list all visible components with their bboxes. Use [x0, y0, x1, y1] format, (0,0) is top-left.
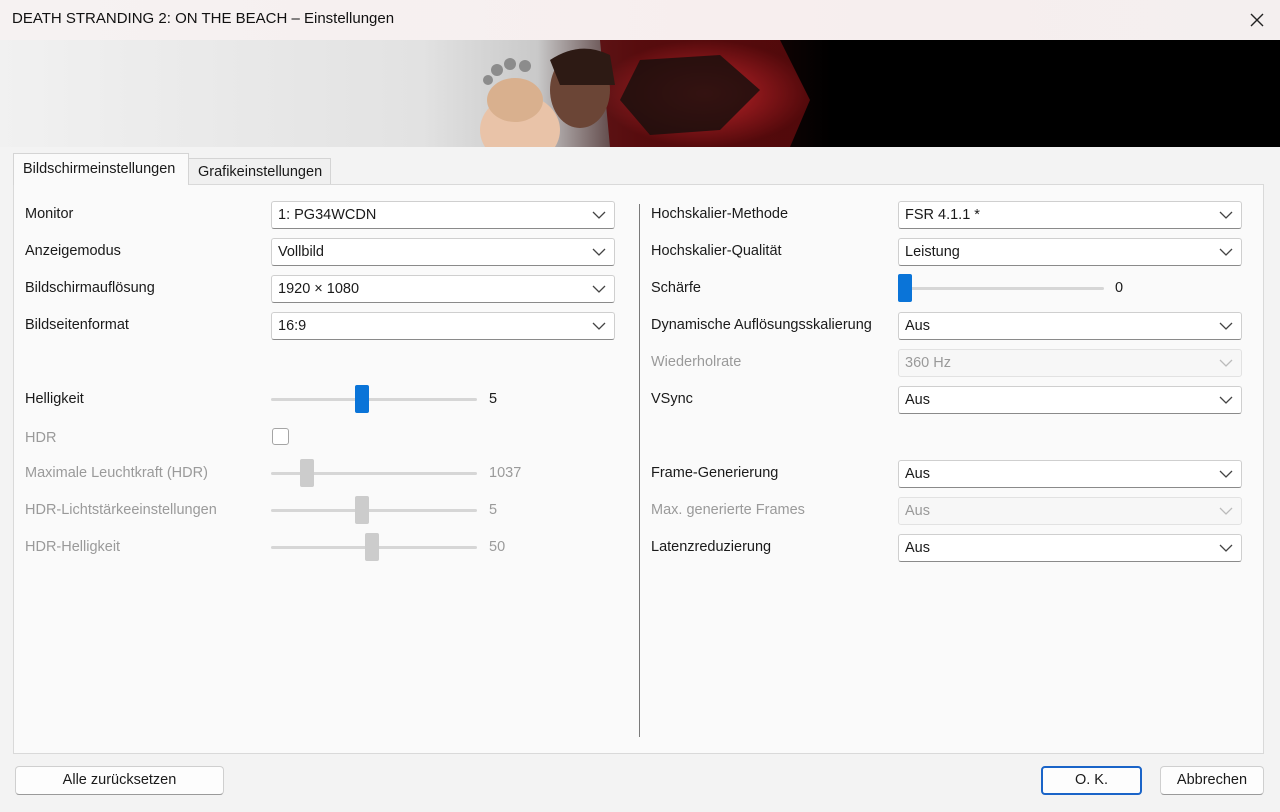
slider-thumb[interactable] — [355, 496, 369, 524]
sharpness-slider[interactable] — [898, 274, 1104, 302]
frame-generation-value: Aus — [905, 466, 930, 482]
aspect-ratio-select[interactable]: 16:9 — [271, 312, 615, 340]
chevron-down-icon — [592, 248, 606, 256]
aspect-ratio-label: Bildseitenformat — [25, 317, 129, 333]
hdr-label: HDR — [25, 430, 57, 446]
display-mode-label: Anzeigemodus — [25, 243, 121, 259]
reset-all-button[interactable]: Alle zurücksetzen — [15, 766, 224, 795]
chevron-down-icon — [1219, 322, 1233, 330]
display-mode-value: Vollbild — [278, 244, 324, 260]
upscale-quality-label: Hochskalier-Qualität — [651, 243, 782, 259]
hdr-luminance-value: 5 — [489, 502, 498, 518]
monitor-select[interactable]: 1: PG34WCDN — [271, 201, 615, 229]
chevron-down-icon — [1219, 396, 1233, 404]
window-title: DEATH STRANDING 2: ON THE BEACH – Einste… — [12, 10, 395, 27]
ok-button[interactable]: O. K. — [1041, 766, 1142, 795]
dynamic-resolution-value: Aus — [905, 318, 930, 334]
latency-reduction-label: Latenzreduzierung — [651, 539, 772, 555]
hdr-brightness-value: 50 — [489, 539, 506, 555]
max-generated-frames-value: Aus — [905, 503, 930, 519]
upscale-quality-select[interactable]: Leistung — [898, 238, 1242, 266]
upscale-method-select[interactable]: FSR 4.1.1 * — [898, 201, 1242, 229]
tab-display-settings[interactable]: Bildschirmeinstellungen — [13, 153, 189, 185]
slider-thumb[interactable] — [365, 533, 379, 561]
chevron-down-icon — [1219, 507, 1233, 515]
close-button[interactable] — [1234, 0, 1280, 40]
chevron-down-icon — [1219, 544, 1233, 552]
refresh-rate-value: 360 Hz — [905, 355, 951, 371]
chevron-down-icon — [592, 211, 606, 219]
chevron-down-icon — [1219, 359, 1233, 367]
vsync-label: VSync — [651, 391, 693, 407]
chevron-down-icon — [592, 285, 606, 293]
aspect-ratio-value: 16:9 — [278, 318, 307, 334]
frame-generation-label: Frame-Generierung — [651, 465, 779, 481]
hdr-brightness-slider[interactable] — [271, 533, 477, 561]
max-luminance-label: Maximale Leuchtkraft (HDR) — [25, 465, 208, 481]
display-mode-select[interactable]: Vollbild — [271, 238, 615, 266]
dynamic-resolution-select[interactable]: Aus — [898, 312, 1242, 340]
column-divider — [639, 204, 640, 737]
dynamic-resolution-label: Dynamische Auflösungsskalierung — [651, 317, 872, 333]
monitor-label: Monitor — [25, 206, 74, 222]
chevron-down-icon — [1219, 248, 1233, 256]
hdr-luminance-label: HDR-Lichtstärkeeinstellungen — [25, 502, 217, 518]
close-icon — [1250, 13, 1264, 27]
resolution-select[interactable]: 1920 × 1080 — [271, 275, 615, 303]
latency-reduction-value: Aus — [905, 540, 930, 556]
upscale-method-label: Hochskalier-Methode — [651, 206, 789, 222]
title-bar: DEATH STRANDING 2: ON THE BEACH – Einste… — [0, 0, 1280, 40]
upscale-method-value: FSR 4.1.1 * — [905, 207, 980, 223]
slider-track — [898, 287, 1104, 290]
slider-track — [271, 509, 477, 512]
hdr-brightness-label: HDR-Helligkeit — [25, 539, 121, 555]
max-luminance-slider[interactable] — [271, 459, 477, 487]
header-banner-image — [0, 40, 1280, 147]
slider-thumb[interactable] — [300, 459, 314, 487]
sharpness-value: 0 — [1115, 280, 1124, 296]
resolution-value: 1920 × 1080 — [278, 281, 360, 297]
brightness-value: 5 — [489, 391, 498, 407]
cancel-button[interactable]: Abbrechen — [1160, 766, 1264, 795]
brightness-label: Helligkeit — [25, 391, 84, 407]
chevron-down-icon — [592, 322, 606, 330]
refresh-rate-label: Wiederholrate — [651, 354, 742, 370]
max-luminance-value: 1037 — [489, 465, 522, 481]
sharpness-label: Schärfe — [651, 280, 701, 296]
frame-generation-select[interactable]: Aus — [898, 460, 1242, 488]
brightness-slider[interactable] — [271, 385, 477, 413]
slider-track — [271, 398, 477, 401]
chevron-down-icon — [1219, 470, 1233, 478]
max-generated-frames-select[interactable]: Aus — [898, 497, 1242, 525]
max-generated-frames-label: Max. generierte Frames — [651, 502, 805, 518]
refresh-rate-select[interactable]: 360 Hz — [898, 349, 1242, 377]
monitor-value: 1: PG34WCDN — [278, 207, 377, 223]
hdr-luminance-slider[interactable] — [271, 496, 477, 524]
resolution-label: Bildschirmauflösung — [25, 280, 155, 296]
upscale-quality-value: Leistung — [905, 244, 960, 260]
tab-graphics-settings[interactable]: Grafikeinstellungen — [189, 158, 331, 184]
slider-thumb[interactable] — [898, 274, 912, 302]
latency-reduction-select[interactable]: Aus — [898, 534, 1242, 562]
chevron-down-icon — [1219, 211, 1233, 219]
vsync-value: Aus — [905, 392, 930, 408]
slider-thumb[interactable] — [355, 385, 369, 413]
hdr-checkbox[interactable] — [272, 428, 289, 445]
vsync-select[interactable]: Aus — [898, 386, 1242, 414]
